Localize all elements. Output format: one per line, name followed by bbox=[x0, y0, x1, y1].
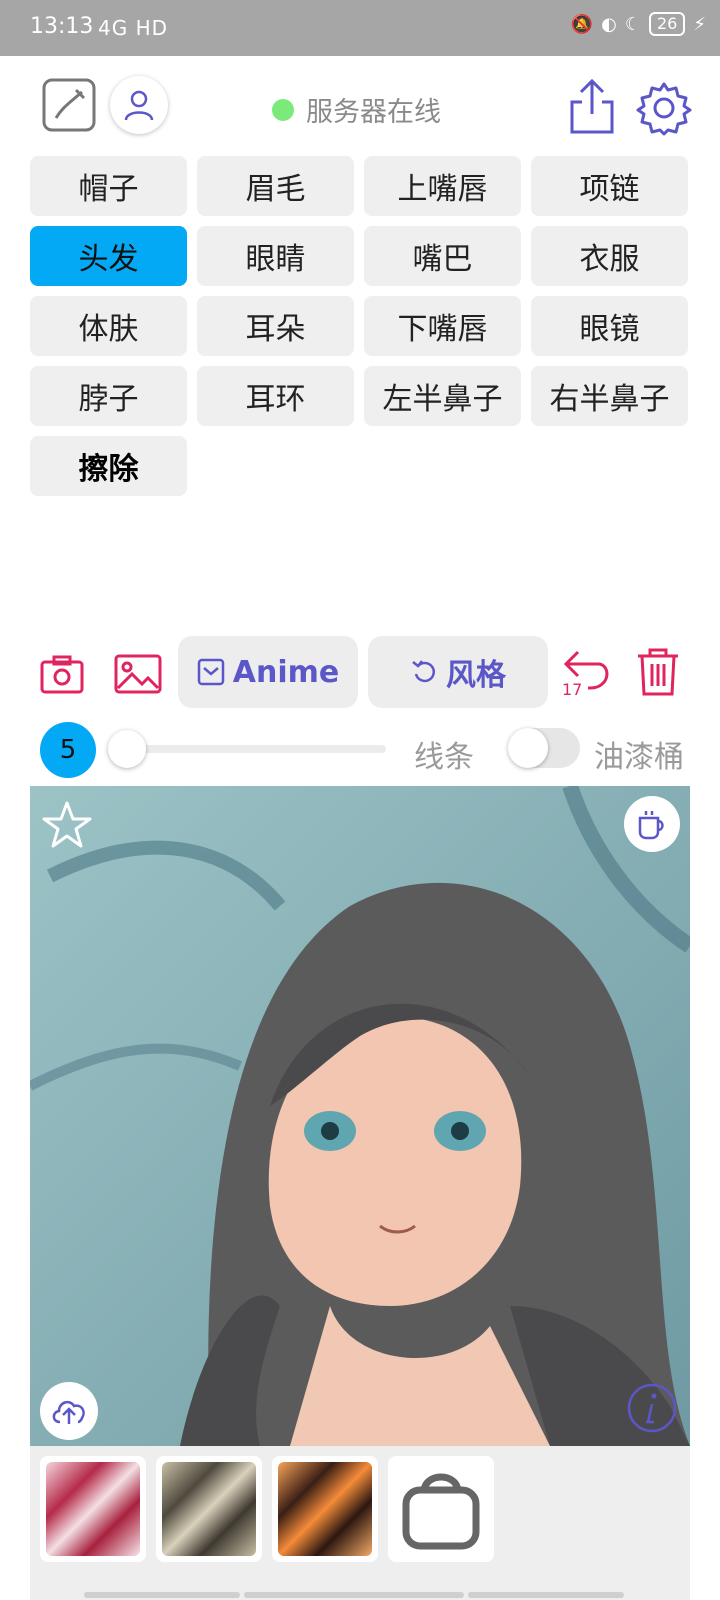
anime-portrait-image bbox=[30, 786, 690, 1446]
info-icon[interactable] bbox=[626, 1382, 678, 1434]
style-thumb-pink[interactable] bbox=[40, 1456, 146, 1562]
nav-indicator bbox=[84, 1592, 240, 1598]
category-grid: 帽子 眉毛 上嘴唇 项链 头发 眼睛 嘴巴 衣服 体肤 耳朵 下嘴唇 眼镜 脖子… bbox=[30, 156, 690, 496]
upload-icon bbox=[52, 1400, 85, 1424]
line-mode-label: 线条 bbox=[414, 740, 474, 775]
brush-size-track[interactable] bbox=[112, 745, 386, 753]
star-icon[interactable] bbox=[42, 800, 92, 850]
moon-icon: ☾ bbox=[624, 13, 641, 35]
category-eyebrow[interactable]: 眉毛 bbox=[197, 156, 354, 216]
user-button[interactable] bbox=[110, 76, 168, 134]
category-hat[interactable]: 帽子 bbox=[30, 156, 187, 216]
undo-count: 17 bbox=[562, 680, 583, 699]
gear-icon[interactable] bbox=[636, 80, 692, 136]
anime-button[interactable]: Anime bbox=[178, 636, 358, 708]
status-icons: 🔕 ◐ ☾ 26 ⚡ bbox=[571, 12, 706, 36]
style-swatch-gray bbox=[162, 1462, 256, 1556]
refresh-icon bbox=[412, 660, 436, 683]
category-clothes[interactable]: 衣服 bbox=[531, 226, 688, 286]
store-button[interactable] bbox=[388, 1456, 494, 1562]
mute-icon: 🔕 bbox=[570, 13, 594, 35]
cup-icon bbox=[638, 811, 664, 840]
battery-indicator: 26 bbox=[649, 12, 686, 36]
brush-size-thumb[interactable] bbox=[108, 730, 146, 768]
status-bar: 13:13 4G HD 🔕 ◐ ☾ 26 ⚡ bbox=[0, 0, 720, 56]
brush-size-badge: 5 bbox=[40, 722, 96, 778]
network-indicator: 4G HD bbox=[98, 16, 169, 40]
server-status-text: 服务器在线 bbox=[306, 97, 441, 128]
category-upper-lip[interactable]: 上嘴唇 bbox=[364, 156, 521, 216]
style-label: 风格 bbox=[446, 658, 506, 693]
charging-icon: ⚡ bbox=[693, 13, 706, 35]
user-icon bbox=[124, 90, 154, 121]
trash-icon[interactable] bbox=[634, 646, 682, 702]
category-eyes[interactable]: 眼睛 bbox=[197, 226, 354, 286]
category-left-nose[interactable]: 左半鼻子 bbox=[364, 366, 521, 426]
category-neck[interactable]: 脖子 bbox=[30, 366, 187, 426]
style-thumb-gray[interactable] bbox=[156, 1456, 262, 1562]
upload-button[interactable] bbox=[40, 1382, 98, 1440]
bucket-label: 油漆桶 bbox=[594, 740, 684, 775]
style-thumb-orange[interactable] bbox=[272, 1456, 378, 1562]
category-right-nose[interactable]: 右半鼻子 bbox=[531, 366, 688, 426]
nav-indicator bbox=[244, 1592, 464, 1598]
result-canvas[interactable] bbox=[30, 786, 690, 1446]
draw-icon[interactable] bbox=[42, 78, 96, 132]
category-hair[interactable]: 头发 bbox=[30, 226, 187, 286]
category-necklace[interactable]: 项链 bbox=[531, 156, 688, 216]
style-swatch-orange bbox=[278, 1462, 372, 1556]
style-swatch-pink bbox=[46, 1462, 140, 1556]
camera-icon[interactable] bbox=[40, 654, 84, 698]
category-skin[interactable]: 体肤 bbox=[30, 296, 187, 356]
anime-label: Anime bbox=[232, 654, 340, 690]
category-mouth[interactable]: 嘴巴 bbox=[364, 226, 521, 286]
toggle-knob bbox=[508, 728, 548, 768]
status-dot bbox=[272, 98, 294, 121]
image-icon[interactable] bbox=[114, 654, 162, 698]
category-glasses[interactable]: 眼镜 bbox=[531, 296, 688, 356]
status-time: 13:13 bbox=[30, 14, 94, 39]
style-button[interactable]: 风格 bbox=[368, 636, 548, 708]
dnd-icon: ◐ bbox=[601, 13, 617, 35]
bucket-toggle[interactable] bbox=[508, 728, 580, 768]
anime-icon bbox=[197, 658, 225, 686]
nav-indicator bbox=[468, 1592, 624, 1598]
category-ears[interactable]: 耳朵 bbox=[197, 296, 354, 356]
cup-button[interactable] bbox=[624, 796, 680, 852]
category-lower-lip[interactable]: 下嘴唇 bbox=[364, 296, 521, 356]
share-icon[interactable] bbox=[566, 78, 618, 136]
bag-icon bbox=[402, 1473, 480, 1550]
server-status: 服务器在线 bbox=[272, 90, 441, 129]
category-earrings[interactable]: 耳环 bbox=[197, 366, 354, 426]
category-erase[interactable]: 擦除 bbox=[30, 436, 187, 496]
